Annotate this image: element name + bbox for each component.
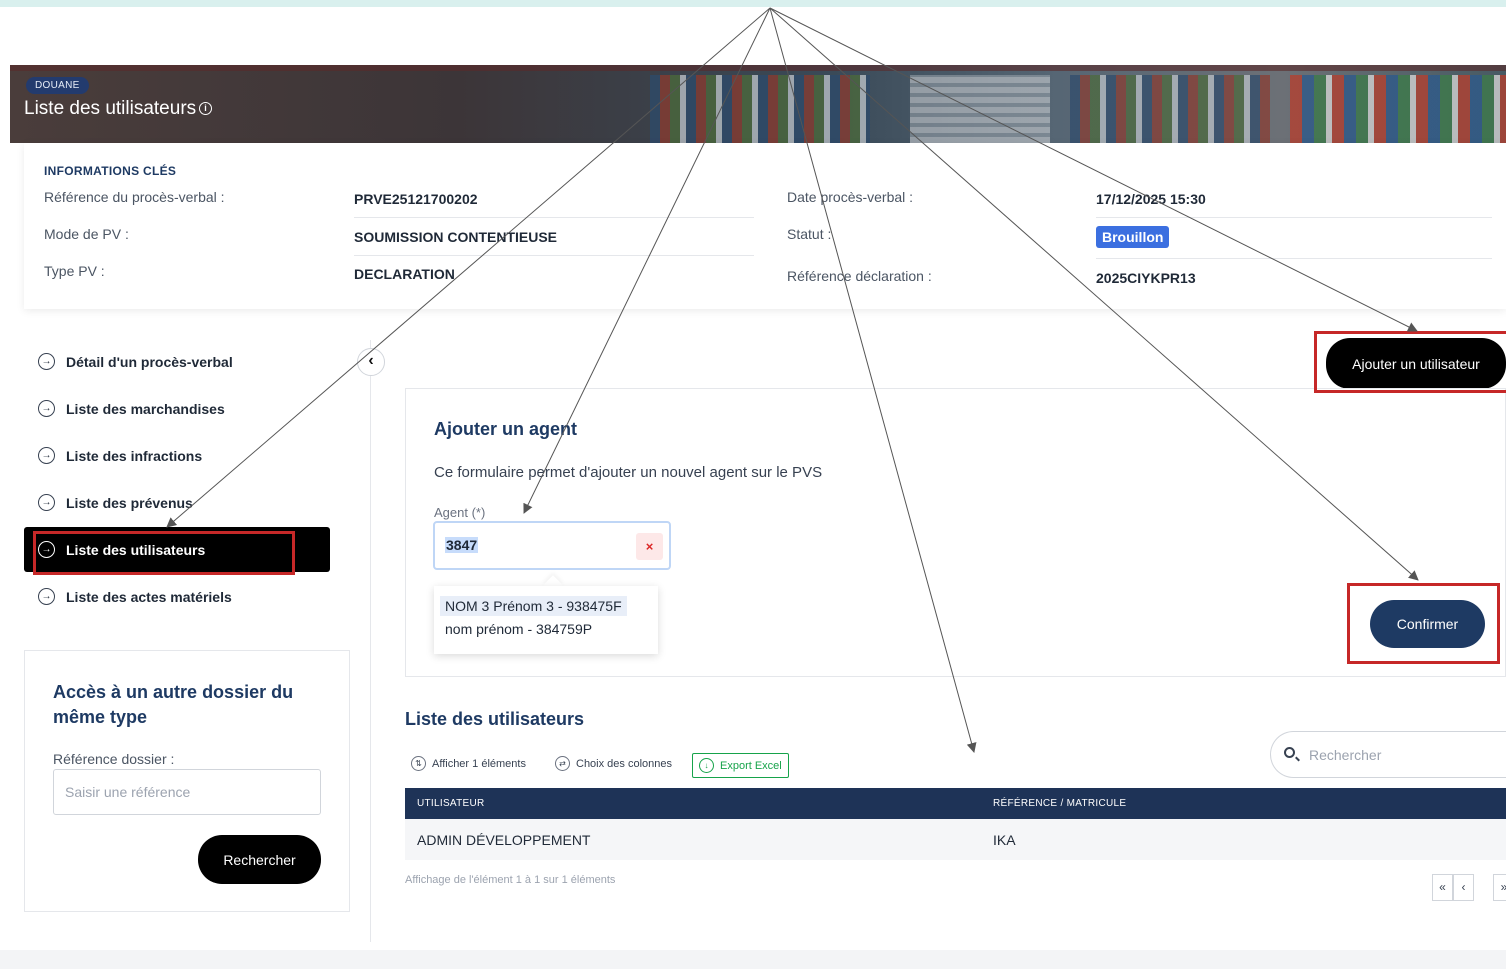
collapse-sidebar-button[interactable]: ‹: [357, 348, 385, 376]
declaration-reference-value: 2025CIYKPR13: [1096, 270, 1196, 286]
suggestion-option[interactable]: NOM 3 Prénom 3 - 938475F: [440, 596, 627, 616]
arrow-circle-right-icon: →: [38, 400, 55, 417]
sidebar-item-material-acts[interactable]: → Liste des actes matériels: [24, 574, 330, 619]
cell-reference: IKA: [993, 832, 1016, 848]
sidebar-item-label: Détail d'un procès-verbal: [66, 353, 233, 370]
sort-arrows-icon: ⇅: [411, 756, 426, 771]
arrow-circle-right-icon: →: [38, 588, 55, 605]
sidebar-item-pv-detail[interactable]: → Détail d'un procès-verbal: [24, 339, 330, 384]
column-header-reference[interactable]: RÉFÉRENCE / MATRICULE: [993, 798, 1126, 809]
clear-icon[interactable]: ×: [636, 533, 663, 560]
pager-last-button[interactable]: »: [1493, 874, 1506, 901]
sidebar-item-label: Liste des prévenus: [66, 494, 193, 511]
cell-user: ADMIN DÉVELOPPEMENT: [417, 832, 591, 848]
key-info-card: INFORMATIONS CLÉS Référence du procès-ve…: [24, 143, 1506, 309]
pv-date-value: 17/12/2025 15:30: [1096, 191, 1206, 207]
column-header-user[interactable]: UTILISATEUR: [417, 798, 485, 809]
add-agent-form: Ajouter un agent Ce formulaire permet d'…: [405, 388, 1506, 677]
section-tag: DOUANE: [26, 77, 89, 94]
file-reference-input[interactable]: [53, 769, 321, 815]
search-icon: [1284, 747, 1295, 758]
suggestion-option[interactable]: nom prénom - 384759P: [440, 619, 597, 639]
file-reference-label: Référence dossier :: [53, 751, 175, 767]
sidebar-item-label: Liste des infractions: [66, 447, 203, 464]
pager-previous-button[interactable]: ‹: [1453, 874, 1474, 901]
page-title: Liste des utilisateurs: [24, 98, 197, 119]
show-entries-control[interactable]: ⇅ Afficher 1 éléments: [411, 756, 526, 771]
sidebar-item-label: Liste des marchandises: [66, 400, 225, 417]
header-banner-image: [10, 65, 1506, 143]
download-icon: ↓: [699, 758, 714, 773]
sidebar-item-defendants[interactable]: → Liste des prévenus: [24, 480, 330, 525]
swap-icon: ⇄: [555, 756, 570, 771]
pv-type-label: Type PV :: [44, 263, 105, 279]
arrow-circle-right-icon: →: [38, 353, 55, 370]
agent-input-value: 3847: [445, 537, 479, 553]
status-badge: Brouillon: [1096, 226, 1170, 248]
annotation-highlight-box: [1347, 583, 1500, 664]
pv-date-label: Date procès-verbal :: [787, 189, 914, 205]
columns-choice-button[interactable]: ⇄ Choix des colonnes: [555, 756, 672, 771]
table-footer-info: Affichage de l'élément 1 à 1 sur 1 éléme…: [405, 874, 616, 886]
export-excel-label: Export Excel: [720, 759, 782, 772]
agent-autocomplete-input[interactable]: 3847 ×: [433, 521, 671, 570]
columns-choice-label: Choix des colonnes: [576, 757, 673, 770]
annotation-highlight-box: [1314, 331, 1506, 393]
sidebar-item-infractions[interactable]: → Liste des infractions: [24, 433, 330, 478]
table-row[interactable]: ADMIN DÉVELOPPEMENT IKA: [405, 819, 1506, 860]
users-list-title: Liste des utilisateurs: [405, 709, 585, 729]
access-card-title: Accès à un autre dossier du même type: [53, 682, 294, 727]
declaration-reference-label: Référence déclaration :: [787, 268, 932, 284]
arrow-circle-right-icon: →: [38, 494, 55, 511]
bottom-strip: [0, 950, 1506, 969]
search-file-button[interactable]: Rechercher: [198, 835, 321, 884]
pv-mode-value: SOUMISSION CONTENTIEUSE: [354, 229, 558, 245]
sidebar-divider: [370, 340, 371, 942]
status-label: Statut :: [787, 226, 832, 242]
agent-suggestions-dropdown: NOM 3 Prénom 3 - 938475F nom prénom - 38…: [434, 586, 658, 654]
table-search-input[interactable]: [1309, 742, 1499, 768]
form-title: Ajouter un agent: [434, 419, 577, 439]
pv-mode-label: Mode de PV :: [44, 226, 129, 242]
form-description: Ce formulaire permet d'ajouter un nouvel…: [434, 464, 823, 481]
top-strip: [0, 0, 1506, 7]
pv-reference-label: Référence du procès-verbal :: [44, 189, 225, 205]
agent-field-label: Agent (*): [434, 505, 486, 520]
sidebar-item-goods[interactable]: → Liste des marchandises: [24, 386, 330, 431]
arrow-circle-right-icon: →: [38, 447, 55, 464]
pager-first-button[interactable]: «: [1432, 874, 1453, 901]
show-entries-label: Afficher 1 éléments: [432, 757, 526, 770]
table-search-box[interactable]: [1270, 731, 1506, 778]
annotation-highlight-box: [33, 531, 295, 575]
pv-reference-value: PRVE25121700202: [354, 191, 478, 207]
sidebar-item-label: Liste des actes matériels: [66, 588, 232, 605]
table-header: UTILISATEUR RÉFÉRENCE / MATRICULE: [405, 788, 1506, 819]
key-info-heading: INFORMATIONS CLÉS: [44, 164, 177, 178]
info-icon[interactable]: i: [199, 102, 212, 115]
pv-type-value: DECLARATION: [354, 266, 455, 282]
export-excel-button[interactable]: ↓ Export Excel: [692, 753, 789, 778]
access-other-file-card: Accès à un autre dossier du même type Ré…: [24, 650, 350, 912]
